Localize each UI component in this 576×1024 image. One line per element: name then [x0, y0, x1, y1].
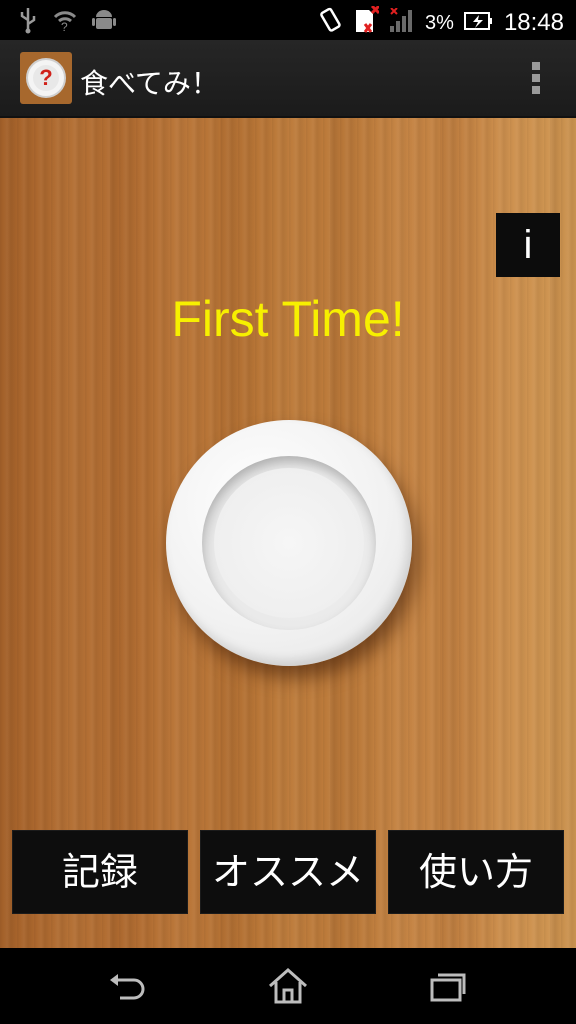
recommend-button[interactable]: オススメ [200, 830, 376, 914]
android-icon [92, 7, 116, 37]
app-icon[interactable]: ? [20, 52, 72, 104]
how-to-button[interactable]: 使い方 [388, 830, 564, 914]
sim-error-icon [353, 4, 381, 40]
plate-inner [202, 456, 376, 630]
question-plate-icon: ? [26, 58, 66, 98]
main-area: i First Time! 記録 オススメ 使い方 [0, 118, 576, 948]
action-bar: ? 食べてみ！ [0, 40, 576, 118]
status-message: First Time! [171, 291, 405, 347]
signal-icon [389, 7, 415, 38]
svg-text:?: ? [61, 20, 68, 33]
records-button[interactable]: 記録 [12, 830, 188, 914]
battery-percent: 3% [425, 11, 454, 34]
back-icon[interactable] [104, 962, 152, 1010]
clock: 18:48 [503, 9, 564, 36]
home-icon[interactable] [264, 962, 312, 1010]
plate-icon[interactable] [166, 420, 412, 666]
wifi-icon: ? [52, 7, 78, 37]
plate-well [214, 468, 364, 618]
battery-charging-icon [463, 10, 494, 36]
nav-bar [0, 948, 576, 1024]
app-title: 食べてみ！ [80, 67, 219, 100]
overflow-menu-icon[interactable] [530, 62, 542, 96]
vibrate-icon [317, 7, 343, 39]
status-bar: ? 3% 18:48 [0, 0, 576, 40]
recent-apps-icon[interactable] [424, 962, 472, 1010]
usb-icon [18, 6, 38, 38]
svg-text:?: ? [39, 65, 52, 90]
info-button[interactable]: i [496, 213, 560, 277]
